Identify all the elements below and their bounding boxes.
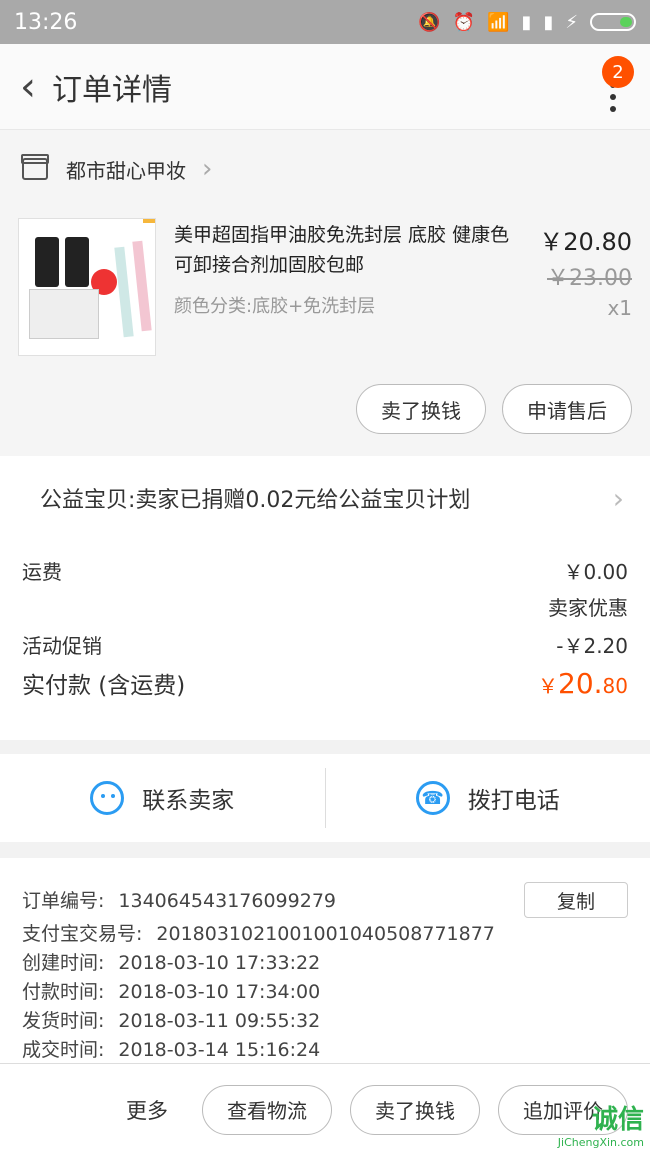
order-info: 订单编号: 134064543176099279 支付宝交易号: 2018031… xyxy=(0,858,650,1064)
product-spec: 颜色分类:底胶+免洗封层 xyxy=(174,296,376,317)
info-label: 创建时间: xyxy=(22,952,105,974)
shop-name: 都市甜心甲妆 xyxy=(66,158,186,183)
shop-row[interactable]: 都市甜心甲妆 › xyxy=(0,130,650,208)
charging-icon: ⚡ xyxy=(565,11,578,33)
discount-row: 卖家优惠 xyxy=(22,592,628,621)
product-original-price: ￥23.00 xyxy=(547,266,632,291)
info-value: 2018-03-11 09:55:32 xyxy=(118,1010,321,1032)
shipping-label: 运费 xyxy=(22,560,62,584)
chevron-right-icon: › xyxy=(612,481,624,515)
promo-row: 活动促销 -￥2.20 xyxy=(22,630,628,659)
product-card[interactable]: 美甲超固指甲油胶免洗封层 底胶 健康色 可卸接合剂加固胶包邮 颜色分类:底胶+免… xyxy=(0,208,650,456)
bottle-shape xyxy=(65,237,89,287)
promo-label: 活动促销 xyxy=(22,634,102,658)
contact-bar: 联系卖家 ☎ 拨打电话 xyxy=(0,754,650,842)
paid-time-row: 付款时间: 2018-03-10 17:34:00 xyxy=(22,978,628,1007)
paid-currency: ￥ xyxy=(538,674,559,698)
info-label: 支付宝交易号: xyxy=(22,923,143,945)
phone-icon: ☎ xyxy=(415,781,450,815)
resell-button[interactable]: 卖了换钱 xyxy=(356,384,486,434)
info-label: 成交时间: xyxy=(22,1039,105,1061)
completed-time-row: 成交时间: 2018-03-14 15:16:24 xyxy=(22,1036,628,1064)
product-image[interactable] xyxy=(18,218,156,356)
ribbon-decoration xyxy=(143,219,155,223)
charity-text: 公益宝贝:卖家已捐赠0.02元给公益宝贝计划 xyxy=(40,488,471,513)
paid-label: 实付款 (含运费) xyxy=(22,673,186,699)
product-title[interactable]: 美甲超固指甲油胶免洗封层 底胶 健康色 可卸接合剂加固胶包邮 xyxy=(174,220,534,280)
alarm-icon: ⏰ xyxy=(452,11,476,33)
notification-badge: 2 xyxy=(602,56,634,88)
fee-summary: 运费 ￥0.00 卖家优惠 活动促销 -￥2.20 实付款 (含运费) ￥20.… xyxy=(0,540,650,740)
watermark-sub: JiChengXin.com xyxy=(557,1136,644,1149)
call-button[interactable]: ☎ 拨打电话 xyxy=(326,754,650,842)
info-value: 2018031021001001040508771877 xyxy=(156,923,495,945)
created-time-row: 创建时间: 2018-03-10 17:33:22 xyxy=(22,949,628,978)
chevron-right-icon: › xyxy=(202,154,213,184)
back-icon[interactable]: ‹ xyxy=(6,64,50,110)
product-price: ￥20.80 xyxy=(539,228,632,256)
chat-icon xyxy=(90,781,125,815)
header: ‹ 订单详情 2 xyxy=(0,44,650,130)
info-value: 2018-03-10 17:33:22 xyxy=(118,952,321,974)
bottle-shape xyxy=(35,237,59,287)
signal-icon-2: ▮ xyxy=(543,11,554,33)
resell-bottom-button[interactable]: 卖了换钱 xyxy=(350,1084,480,1135)
battery-icon xyxy=(590,13,636,31)
paid-value: ￥20.80 xyxy=(538,667,628,700)
contact-seller-button[interactable]: 联系卖家 xyxy=(0,754,325,842)
bottom-action-bar: 更多 查看物流 卖了换钱 追加评价 xyxy=(0,1063,650,1155)
wifi-icon: 📶 xyxy=(487,11,510,33)
info-value: 2018-03-10 17:34:00 xyxy=(118,981,321,1003)
product-quantity: x1 xyxy=(607,296,632,320)
promo-value: -￥2.20 xyxy=(556,634,628,658)
file-stick-shape xyxy=(132,240,152,332)
copy-button[interactable]: 复制 xyxy=(524,882,628,918)
paid-decimal: 80 xyxy=(602,674,628,698)
info-label: 发货时间: xyxy=(22,1010,105,1032)
store-icon xyxy=(21,154,49,180)
shipping-value: ￥0.00 xyxy=(563,560,628,584)
seller-discount-label: 卖家优惠 xyxy=(548,596,628,620)
more-link[interactable]: 更多 xyxy=(126,1095,168,1125)
info-label: 订单编号: xyxy=(22,890,105,912)
shipped-time-row: 发货时间: 2018-03-11 09:55:32 xyxy=(22,1007,628,1036)
view-logistics-button[interactable]: 查看物流 xyxy=(202,1084,332,1135)
paid-integer: 20. xyxy=(558,667,603,700)
charity-row[interactable]: 公益宝贝:卖家已捐赠0.02元给公益宝贝计划 › xyxy=(0,456,650,540)
watermark-main: 诚信 xyxy=(591,1105,644,1135)
card-shape xyxy=(29,289,99,339)
contact-seller-label: 联系卖家 xyxy=(142,788,235,814)
mute-icon: 🔕 xyxy=(418,11,441,33)
info-value: 2018-03-14 15:16:24 xyxy=(118,1039,321,1061)
status-icons: 🔕 ⏰ 📶 ▮ ▮ ⚡ xyxy=(418,12,636,33)
info-label: 付款时间: xyxy=(22,981,105,1003)
status-time: 13:26 xyxy=(14,9,78,35)
page-title: 订单详情 xyxy=(52,72,172,108)
site-watermark: 诚信 JiChengXin.com xyxy=(558,1099,644,1149)
after-sale-button[interactable]: 申请售后 xyxy=(502,384,632,434)
file-stick-shape xyxy=(114,246,134,338)
info-value: 134064543176099279 xyxy=(118,890,336,912)
alipay-number-row: 支付宝交易号: 2018031021001001040508771877 xyxy=(22,920,628,949)
shipping-row: 运费 ￥0.00 xyxy=(22,556,628,585)
status-bar: 13:26 🔕 ⏰ 📶 ▮ ▮ ⚡ xyxy=(0,0,650,44)
signal-icon: ▮ xyxy=(521,11,532,33)
call-label: 拨打电话 xyxy=(467,788,560,814)
product-actions: 卖了换钱 申请售后 xyxy=(356,384,632,434)
paid-row: 实付款 (含运费) ￥20.80 xyxy=(22,666,628,700)
